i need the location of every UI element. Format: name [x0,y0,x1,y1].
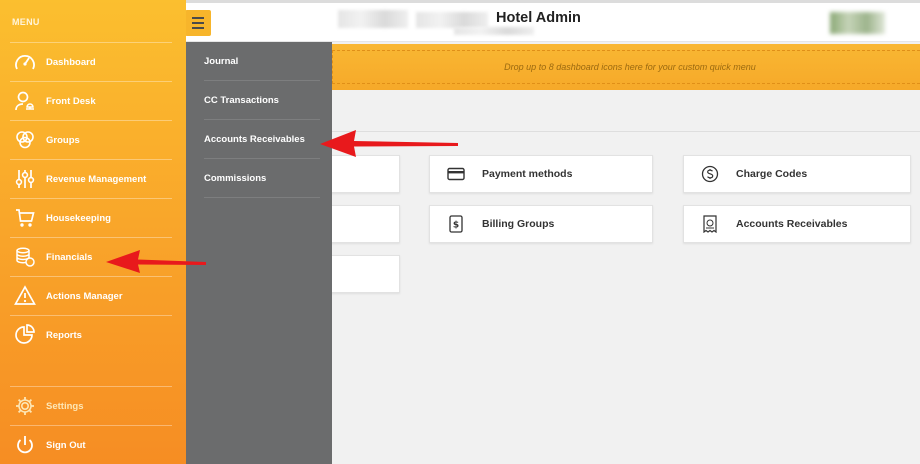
dropzone-hint: Drop up to 8 dashboard icons here for yo… [504,62,756,72]
card-label: Billing Groups [482,218,555,230]
sidebar-item-groups[interactable]: Groups [10,120,172,159]
menu-bar-icon [192,27,204,29]
cart-icon [14,207,36,229]
blurred-info-3 [454,27,534,35]
sidebar-item-label: Front Desk [46,95,96,107]
menu-bar-icon [192,17,204,19]
sidebar-item-front-desk[interactable]: Front Desk [10,81,172,120]
submenu-item-accounts-receivables[interactable]: Accounts Receivables [204,120,320,159]
bell-icon [14,90,36,112]
card-payment-methods[interactable]: Payment methods [429,155,653,193]
coins-icon [14,246,36,268]
sidebar-item-revenue-management[interactable]: Revenue Management [10,159,172,198]
annotation-arrow-financials [106,250,206,273]
avatar[interactable] [830,12,885,34]
sidebar-item-housekeeping[interactable]: Housekeeping [10,198,172,237]
svg-text:$: $ [453,221,459,231]
submenu-item-journal[interactable]: Journal [204,42,320,81]
credit-card-icon [446,164,466,184]
invoice-icon: $ [446,214,466,234]
page-title: Hotel Admin [496,10,581,26]
sidebar-item-dashboard[interactable]: Dashboard [10,42,172,81]
sidebar-item-label: Dashboard [46,56,96,68]
menu-bar-icon [192,22,204,24]
card-billing-groups[interactable]: $ Billing Groups [429,205,653,243]
pie-chart-icon [14,324,36,346]
sidebar-item-reports[interactable]: Reports [10,315,172,354]
sidebar-item-settings[interactable]: Settings [10,386,172,425]
hamburger-menu-button[interactable] [185,10,211,36]
gauge-icon [14,51,36,73]
blurred-info-1 [338,10,408,28]
card-label: Payment methods [482,168,573,180]
power-icon [14,434,36,456]
sidebar-item-label: Financials [46,251,93,263]
blurred-info-2 [416,12,488,28]
sliders-icon [14,168,36,190]
annotation-arrow-accounts-receivables [320,130,458,157]
sidebar-item-label: Housekeeping [46,212,111,224]
gear-icon [14,395,36,417]
sidebar-heading: MENU [12,17,40,27]
submenu-item-label: Journal [204,55,239,67]
sidebar-item-label: Revenue Management [46,173,147,185]
receipt-icon [700,214,720,234]
alert-icon [14,285,36,307]
sidebar-item-actions-manager[interactable]: Actions Manager [10,276,172,315]
sidebar-item-sign-out[interactable]: Sign Out [10,425,172,464]
card-charge-codes[interactable]: Charge Codes [683,155,911,193]
sidebar-item-label: Reports [46,329,82,341]
submenu-item-label: Commissions [204,172,267,184]
quick-menu-dropzone[interactable]: Drop up to 8 dashboard icons here for yo… [332,44,920,90]
submenu-item-label: CC Transactions [204,94,279,106]
submenu-item-commissions[interactable]: Commissions [204,159,320,198]
sidebar: MENU Dashboard Front Desk Groups Revenue… [0,0,186,464]
groups-icon [14,129,36,151]
submenu-item-cc-transactions[interactable]: CC Transactions [204,81,320,120]
sidebar-item-label: Settings [46,400,84,412]
sidebar-item-label: Groups [46,134,80,146]
card-label: Accounts Receivables [736,218,848,230]
dollar-coin-icon [700,164,720,184]
card-label: Charge Codes [736,168,808,180]
submenu-item-label: Accounts Receivables [204,133,305,145]
sidebar-item-label: Actions Manager [46,290,123,302]
sidebar-item-label: Sign Out [46,439,86,451]
card-accounts-receivables[interactable]: Accounts Receivables [683,205,911,243]
